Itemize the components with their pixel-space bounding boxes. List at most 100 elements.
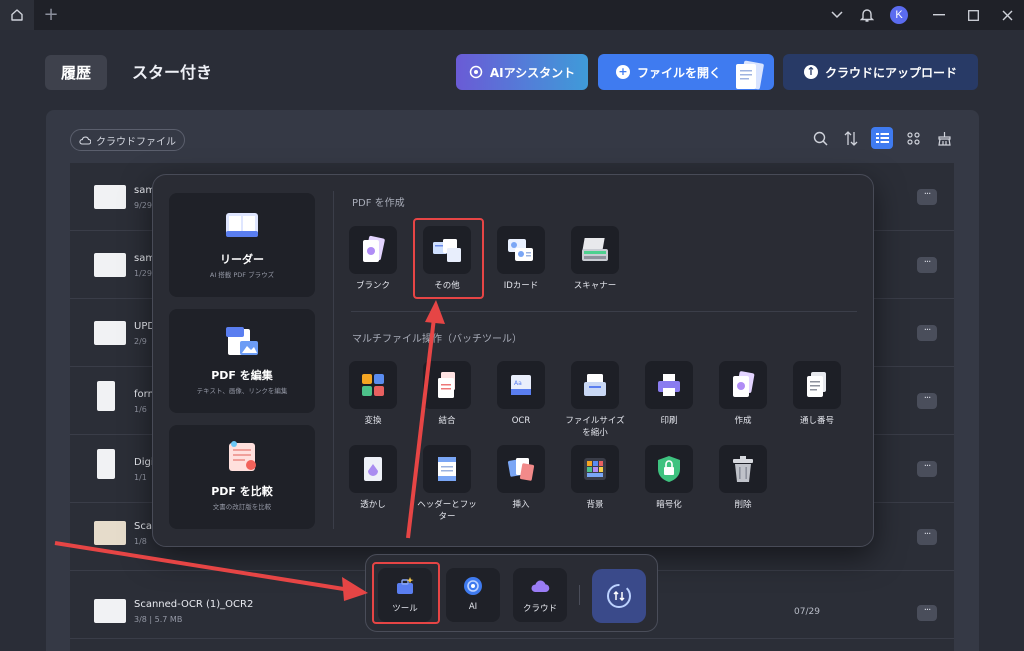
tool-watermark[interactable]: 透かし <box>343 445 403 511</box>
avatar[interactable]: K <box>890 6 908 24</box>
ocr-icon: Aa <box>511 375 531 395</box>
new-tab-button[interactable]: + <box>42 5 60 25</box>
home-icon <box>11 9 23 21</box>
file-meta: 3/8 | 5.7 MB <box>134 615 183 624</box>
upload-cloud-label: クラウドにアップロード <box>824 65 957 80</box>
compare-pdf-icon <box>229 441 256 471</box>
search-icon[interactable] <box>809 127 831 149</box>
tool-ocr[interactable]: Aa OCR <box>491 361 551 427</box>
reader-card[interactable]: リーダー AI 搭載 PDF ブラウズ <box>169 193 315 297</box>
dock-toggle-button[interactable] <box>592 569 646 623</box>
convert-icon <box>362 374 384 396</box>
compare-pdf-title: PDF を比較 <box>211 485 273 498</box>
dock-ai-label: AI <box>468 602 478 612</box>
print-icon <box>658 374 680 396</box>
more-options-button[interactable]: ··· <box>917 605 937 621</box>
divider <box>351 311 857 312</box>
reader-title: リーダー <box>220 253 264 266</box>
list-view-icon[interactable] <box>871 127 893 149</box>
tool-watermark-label: 透かし <box>360 500 386 510</box>
close-button[interactable] <box>990 0 1024 30</box>
more-options-button[interactable]: ··· <box>917 325 937 341</box>
cloud-files-label: クラウドファイル <box>96 136 176 148</box>
tool-compress[interactable]: ファイルサイズを縮小 <box>565 361 625 439</box>
id-card-icon <box>508 239 533 261</box>
file-name: Scanned-OCR (1)_OCR2 <box>134 599 254 610</box>
sort-toggle-icon <box>607 584 631 608</box>
upload-cloud-button[interactable]: ↑ クラウドにアップロード <box>783 54 978 90</box>
clean-icon[interactable] <box>933 127 955 149</box>
cloud-files-chip[interactable]: クラウドファイル <box>70 129 185 151</box>
file-thumbnail <box>94 321 126 345</box>
tool-compress-label: ファイルサイズを縮小 <box>565 416 625 438</box>
combine-icon <box>438 372 455 398</box>
tool-print-label: 印刷 <box>660 416 678 426</box>
dock-cloud-button[interactable]: クラウド <box>513 568 567 622</box>
edit-pdf-card[interactable]: PDF を編集 テキスト、画像、リンクを編集 <box>169 309 315 413</box>
edit-pdf-title: PDF を編集 <box>211 369 273 382</box>
sort-icon[interactable] <box>840 127 862 149</box>
upload-icon: ↑ <box>803 65 818 79</box>
grid-view-icon[interactable] <box>902 127 924 149</box>
maximize-button[interactable] <box>956 0 990 30</box>
ai-icon <box>469 65 483 79</box>
tool-create[interactable]: 作成 <box>713 361 773 427</box>
tool-background[interactable]: 背景 <box>565 445 625 511</box>
file-thumbnail <box>94 521 126 545</box>
file-thumbnail <box>94 599 126 623</box>
tool-blank[interactable]: ブランク <box>343 226 403 292</box>
file-meta: 1/6 <box>134 405 147 414</box>
tool-scanner[interactable]: スキャナー <box>565 226 625 292</box>
compare-pdf-subtitle: 文書の改訂版を比較 <box>212 503 272 511</box>
edit-pdf-icon <box>226 327 258 355</box>
open-file-label: ファイルを開く <box>637 65 722 80</box>
create-icon <box>733 371 755 397</box>
tool-bates[interactable]: 通し番号 <box>787 361 847 427</box>
tool-insert-label: 挿入 <box>512 500 530 510</box>
dock-ai-button[interactable]: AI <box>446 568 500 622</box>
title-bar: + K <box>0 0 1024 30</box>
tool-delete[interactable]: 削除 <box>713 445 773 511</box>
minimize-button[interactable] <box>922 0 956 30</box>
tool-encrypt[interactable]: 暗号化 <box>639 445 699 511</box>
tool-create-label: 作成 <box>734 416 752 426</box>
more-options-button[interactable]: ··· <box>917 189 937 205</box>
tool-id-card-label: IDカード <box>503 281 539 291</box>
bell-icon[interactable] <box>854 0 880 30</box>
compress-icon <box>584 374 606 396</box>
cloud-icon <box>531 580 550 592</box>
header-footer-icon <box>438 457 456 481</box>
tool-background-label: 背景 <box>586 500 604 510</box>
tool-combine[interactable]: 結合 <box>417 361 477 427</box>
tool-id-card[interactable]: IDカード <box>491 226 551 292</box>
tool-convert[interactable]: 変換 <box>343 361 403 427</box>
more-options-button[interactable]: ··· <box>917 529 937 545</box>
more-options-button[interactable]: ··· <box>917 257 937 273</box>
tool-delete-label: 削除 <box>734 500 752 510</box>
file-meta: 2/9 <box>134 337 147 346</box>
more-options-button[interactable]: ··· <box>917 393 937 409</box>
tool-combine-label: 結合 <box>438 416 456 426</box>
open-file-button[interactable]: + ファイルを開く <box>598 54 774 90</box>
reader-icon <box>226 213 258 237</box>
ai-assistant-button[interactable]: AIアシスタント <box>456 54 588 90</box>
compare-pdf-card[interactable]: PDF を比較 文書の改訂版を比較 <box>169 425 315 529</box>
file-meta: 1/1 <box>134 473 147 482</box>
tool-bates-label: 通し番号 <box>799 416 834 426</box>
file-name: Digi <box>134 457 154 468</box>
tool-print[interactable]: 印刷 <box>639 361 699 427</box>
tool-convert-label: 変換 <box>364 416 382 426</box>
file-thumbnail <box>97 381 115 411</box>
batch-tools-title: マルチファイル操作（バッチツール） <box>352 334 522 345</box>
tools-popup: リーダー AI 搭載 PDF ブラウズ PDF を編集 テキスト、画像、リンクを… <box>152 174 874 547</box>
tool-header-footer[interactable]: ヘッダーとフッター <box>417 445 477 523</box>
divider <box>579 585 580 605</box>
divider <box>333 191 334 529</box>
more-options-button[interactable]: ··· <box>917 461 937 477</box>
tab-history[interactable]: 履歴 <box>45 55 107 90</box>
tab-starred[interactable]: スター付き <box>132 55 212 90</box>
tool-insert[interactable]: 挿入 <box>491 445 551 511</box>
home-tab[interactable] <box>0 0 34 30</box>
chevron-down-icon[interactable] <box>824 0 850 30</box>
background-icon <box>584 458 606 480</box>
